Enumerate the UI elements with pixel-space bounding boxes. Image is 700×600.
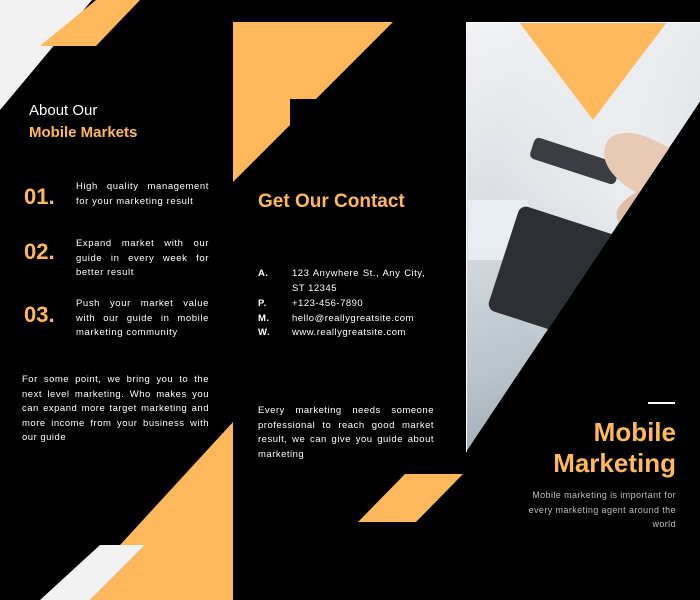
brochure-page: About Our Mobile Markets 01. High qualit…: [0, 0, 700, 600]
mobile-marketing-title-line1: Mobile: [593, 417, 676, 447]
title-divider: [648, 402, 675, 404]
right-top-orange-triangle: [519, 22, 667, 120]
mobile-marketing-title-line2: Marketing: [553, 448, 676, 478]
mobile-marketing-title: Mobile Marketing: [476, 417, 676, 479]
mobile-marketing-description: Mobile marketing is important for every …: [528, 490, 676, 529]
